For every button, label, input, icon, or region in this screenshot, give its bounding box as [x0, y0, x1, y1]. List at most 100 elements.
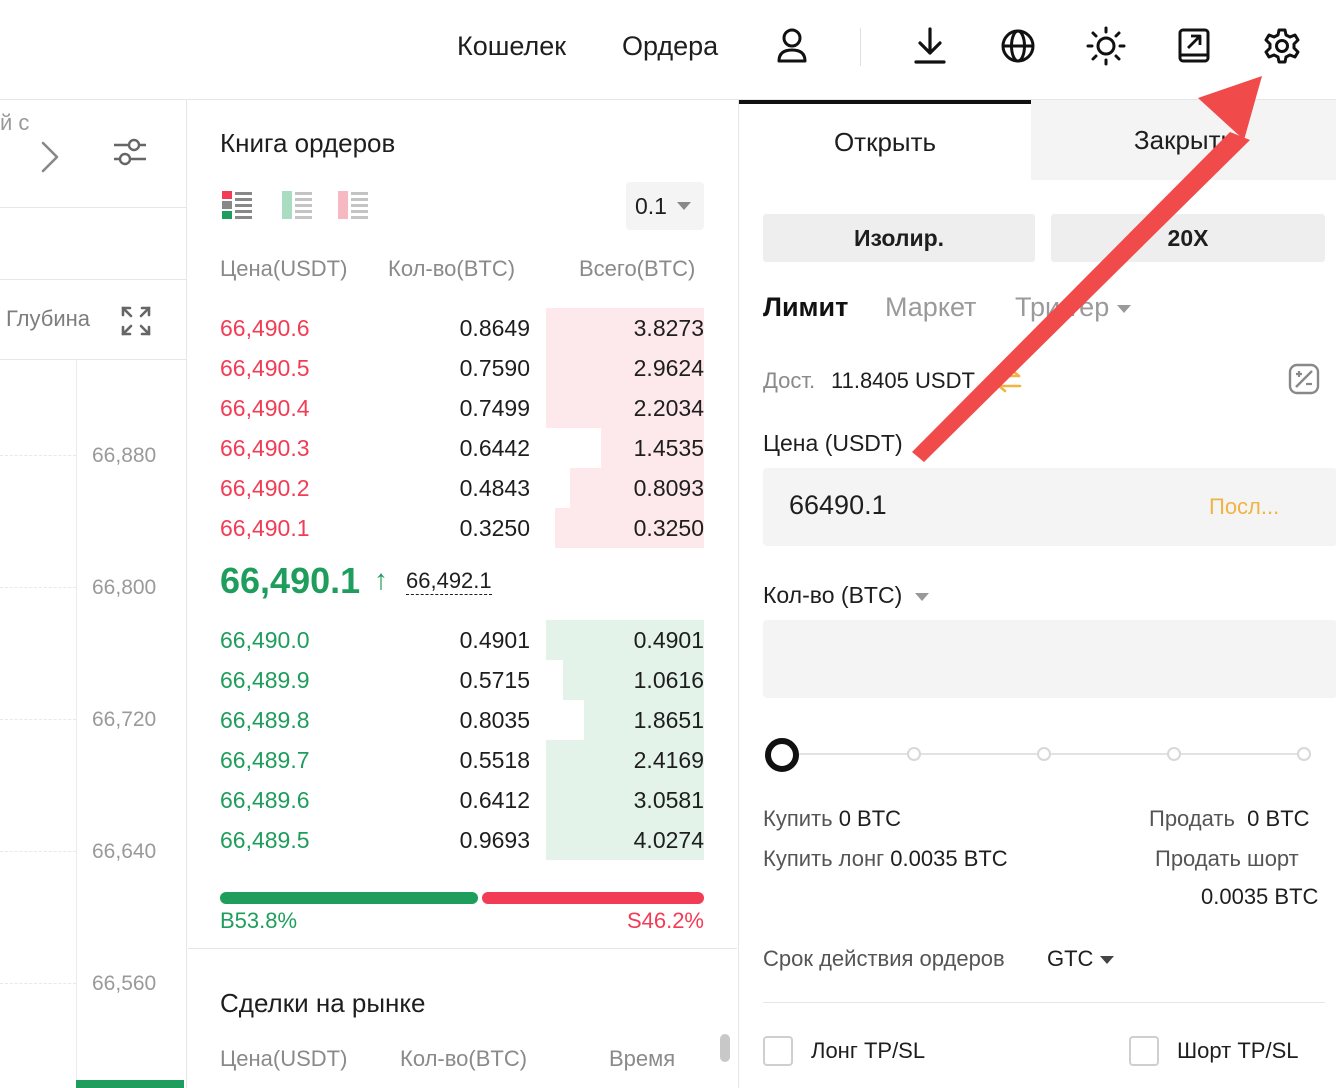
slider-step-25[interactable]	[907, 747, 921, 761]
bid-qty: 0.9693	[459, 827, 530, 853]
short-tpsl-checkbox[interactable]	[1129, 1036, 1159, 1066]
caret-down-icon	[676, 202, 691, 210]
bid-total: 1.0616	[633, 667, 704, 693]
qty-input[interactable]	[763, 620, 1336, 698]
buy-ratio-label: B53.8%	[220, 908, 298, 933]
price-input-value: 66490.1	[789, 490, 887, 520]
user-icon[interactable]	[770, 24, 814, 68]
bid-row[interactable]: 66,489.8 0.8035 1.8651	[220, 700, 704, 740]
qty-label: Кол-во (BTC)	[763, 582, 903, 608]
chart-panel: й с Глубина 66,880 66,800 66,720 66,640 …	[0, 100, 187, 1088]
price-label: Цена (USDT)	[763, 430, 903, 456]
price-input[interactable]: 66490.1 Посл...	[763, 468, 1336, 546]
ask-total: 0.3250	[633, 515, 704, 541]
bid-row[interactable]: 66,489.9 0.5715 1.0616	[220, 660, 704, 700]
long-tpsl-checkbox[interactable]	[763, 1036, 793, 1066]
amount-slider-handle[interactable]	[765, 738, 799, 772]
transfer-icon[interactable]	[995, 368, 1023, 394]
bid-row[interactable]: 66,489.5 0.9693 4.0274	[220, 820, 704, 860]
bid-qty: 0.5518	[459, 747, 530, 773]
arrow-up-icon: ↑	[374, 564, 388, 595]
bid-price: 66,489.5	[220, 827, 310, 853]
order-type-limit[interactable]: Лимит	[763, 292, 848, 323]
slider-step-50[interactable]	[1037, 747, 1051, 761]
leverage-button[interactable]: 20X	[1051, 214, 1325, 262]
trades-header-qty: Кол-во(BTC)	[400, 1046, 528, 1071]
chevron-right-icon[interactable]	[38, 140, 62, 179]
ask-row[interactable]: 66,490.4 0.7499 2.2034	[220, 388, 704, 428]
depth-tab[interactable]: Глубина	[6, 306, 90, 332]
ask-qty: 0.6442	[459, 435, 530, 461]
ask-price: 66,490.1	[220, 515, 310, 541]
chart-axis-label: 66,800	[92, 576, 157, 599]
view-asks-icon[interactable]	[336, 188, 370, 222]
bid-price: 66,490.0	[220, 627, 310, 653]
chart-axis-line	[76, 360, 77, 1088]
slider-step-100[interactable]	[1297, 747, 1311, 761]
bid-total: 4.0274	[633, 827, 704, 853]
buy-ratio-bar	[220, 892, 478, 904]
scrollbar-thumb[interactable]	[720, 1034, 730, 1062]
mark-price[interactable]: 66,492.1	[406, 568, 492, 595]
chart-row-blank	[0, 208, 187, 280]
bid-price: 66,489.9	[220, 667, 310, 693]
ask-price: 66,490.2	[220, 475, 310, 501]
globe-icon[interactable]	[996, 24, 1040, 68]
order-type-trigger[interactable]: Триггер	[1015, 292, 1131, 323]
market-trades-title: Сделки на рынке	[220, 988, 426, 1018]
caret-down-icon	[914, 592, 929, 601]
tab-open[interactable]: Открыть	[739, 100, 1031, 180]
order-type-trigger-label: Триггер	[1015, 292, 1110, 322]
last-price-button[interactable]: Посл...	[1209, 494, 1279, 520]
buy-long-amount: Купить лонг 0.0035 BTC	[763, 846, 1008, 872]
chart-settings-icon[interactable]	[112, 134, 148, 175]
gear-icon[interactable]	[1260, 24, 1304, 68]
nav-orders-link[interactable]: Ордера	[622, 28, 718, 64]
bid-total: 1.8651	[633, 707, 704, 733]
chart-toolbar: й с	[0, 100, 187, 208]
time-in-force-label: Срок действия ордеров	[763, 946, 1005, 971]
chart-grid-line	[0, 455, 76, 456]
bid-total: 2.4169	[633, 747, 704, 773]
order-type-market[interactable]: Маркет	[885, 292, 976, 323]
bid-row[interactable]: 66,490.0 0.4901 0.4901	[220, 620, 704, 660]
bid-row[interactable]: 66,489.6 0.6412 3.0581	[220, 780, 704, 820]
bid-price: 66,489.6	[220, 787, 310, 813]
qty-label-select[interactable]: Кол-во (BTC)	[763, 582, 929, 609]
view-bids-icon[interactable]	[280, 188, 314, 222]
chart-grid-line	[0, 851, 76, 852]
bid-qty: 0.8035	[459, 707, 530, 733]
ask-qty: 0.3250	[459, 515, 530, 541]
ask-price: 66,490.6	[220, 315, 310, 341]
nav-wallet-link[interactable]: Кошелек	[457, 28, 566, 64]
expand-icon[interactable]	[120, 305, 152, 342]
ask-qty: 0.7590	[459, 355, 530, 381]
long-tpsl-label: Лонг TP/SL	[811, 1038, 926, 1063]
trades-header-time: Время	[609, 1046, 676, 1071]
ask-row[interactable]: 66,490.3 0.6442 1.4535	[220, 428, 704, 468]
bid-price: 66,489.8	[220, 707, 310, 733]
chart-axis-label: 66,560	[92, 972, 157, 995]
chart-axis-label: 66,880	[92, 444, 157, 467]
ask-row[interactable]: 66,490.5 0.7590 2.9624	[220, 348, 704, 388]
calculator-icon[interactable]	[1287, 362, 1321, 396]
precision-select[interactable]: 0.1	[626, 182, 704, 230]
buy-long-label: Купить лонг	[763, 846, 885, 871]
tab-close[interactable]: Закрыть	[1031, 100, 1336, 180]
chart-axis-label: 66,640	[92, 840, 157, 863]
slider-step-75[interactable]	[1167, 747, 1181, 761]
ask-row[interactable]: 66,490.2 0.4843 0.8093	[220, 468, 704, 508]
margin-mode-button[interactable]: Изолир.	[763, 214, 1035, 262]
theme-icon[interactable]	[1084, 24, 1128, 68]
precision-value: 0.1	[635, 192, 667, 219]
view-both-icon[interactable]	[220, 188, 254, 222]
download-icon[interactable]	[908, 24, 952, 68]
bid-row[interactable]: 66,489.7 0.5518 2.4169	[220, 740, 704, 780]
ask-row[interactable]: 66,490.6 0.8649 3.8273	[220, 308, 704, 348]
chart-grid-line	[0, 983, 76, 984]
sell-amount-label: Продать	[1149, 806, 1235, 831]
ask-row[interactable]: 66,490.1 0.3250 0.3250	[220, 508, 704, 548]
time-in-force-select[interactable]: GTC	[1047, 946, 1114, 972]
share-icon[interactable]	[1172, 24, 1216, 68]
bid-qty: 0.4901	[459, 627, 530, 653]
